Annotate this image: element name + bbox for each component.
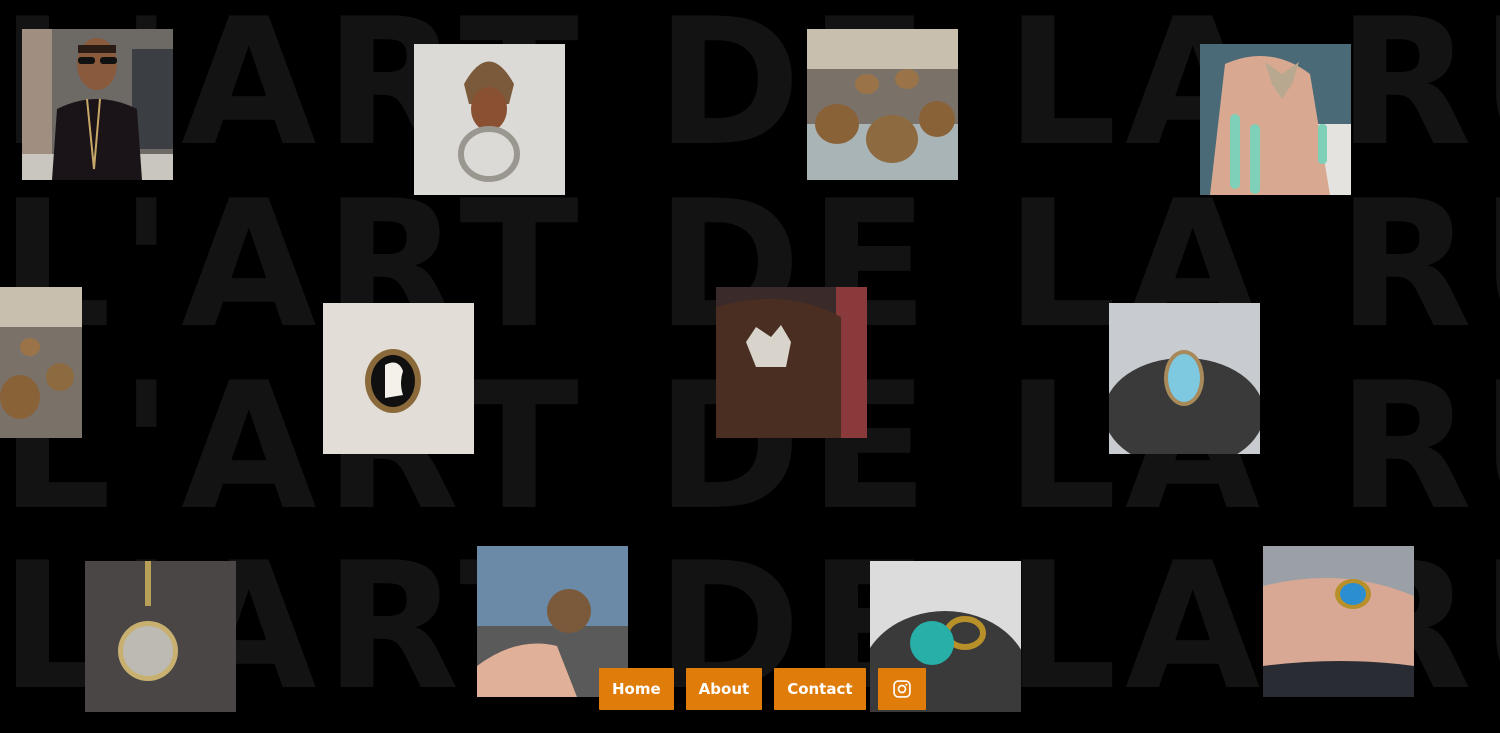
photo-rings-display-cropped-image [0,287,82,438]
photo-turquoise-ring-hand[interactable] [1263,546,1414,697]
photo-man-with-necklace[interactable] [22,29,173,180]
photo-chief-ring-hand-image [716,287,867,438]
photo-bull-skull-ring-hand[interactable] [1200,44,1351,195]
photo-signet-rings-display-image [807,29,958,180]
photo-coin-pendant-image [85,561,236,712]
photo-bull-skull-ring-hand-image [1200,44,1351,195]
main-nav: Home About Contact [599,668,926,710]
photo-rings-display-cropped[interactable] [0,287,82,438]
photo-coin-pendant[interactable] [85,561,236,712]
photo-turquoise-oval-ring[interactable] [1109,303,1260,454]
photo-chief-ring-hand[interactable] [716,287,867,438]
photo-bronze-head-ring-image [414,44,565,195]
instagram-button[interactable] [877,668,926,710]
photo-bronze-head-ring[interactable] [414,44,565,195]
photo-turquoise-ring-hand-image [1263,546,1414,697]
photo-man-with-necklace-image [22,29,173,180]
photo-signet-rings-display[interactable] [807,29,958,180]
instagram-icon [892,680,911,698]
photo-cameo-ring-image [323,303,474,454]
photo-cameo-ring[interactable] [323,303,474,454]
home-button[interactable]: Home [599,668,674,710]
contact-button[interactable]: Contact [774,668,866,710]
about-button[interactable]: About [685,668,763,710]
photo-turquoise-oval-ring-image [1109,303,1260,454]
